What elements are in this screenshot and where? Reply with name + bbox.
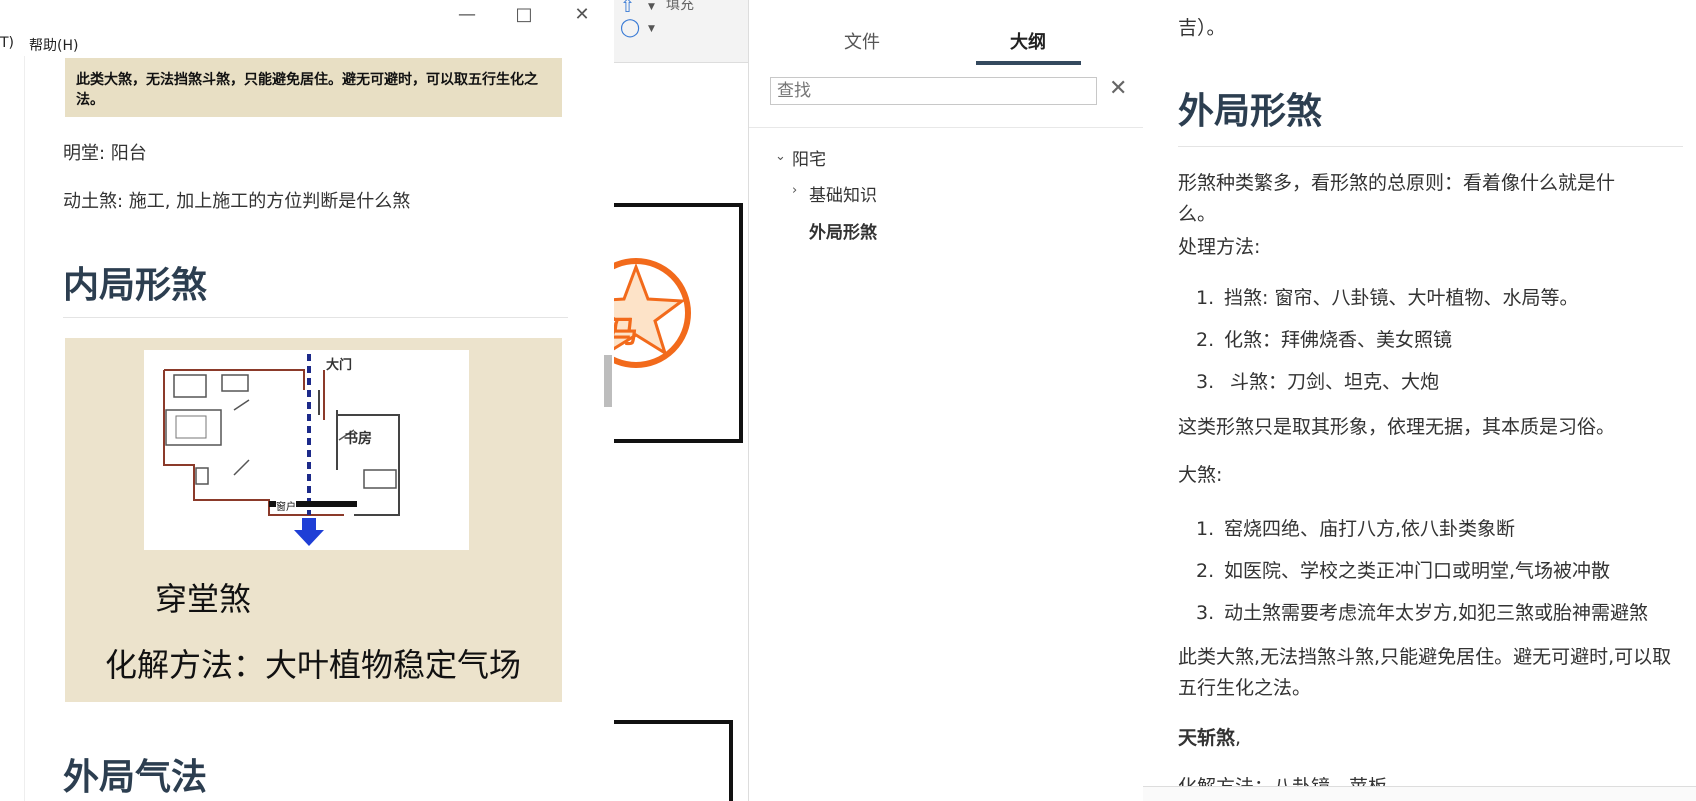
paragraph-principle: 形煞种类繁多，看形煞的总原则：看着像什么就是什么。 — [1178, 172, 1616, 225]
gutter-line — [24, 56, 25, 801]
fill-button[interactable]: 填充 — [666, 0, 694, 14]
image-chuantangsha: 大门 书房 窗户 穿堂煞 化解方法：大叶植物稳定气场 — [65, 338, 562, 702]
tab-outline[interactable]: 大纲 — [1010, 28, 1046, 54]
heading-neiju: 内局形煞 — [63, 265, 208, 306]
list-number: 2. — [1196, 329, 1215, 351]
paragraph-mingtang: 明堂: 阳台 — [63, 143, 147, 164]
paragraph-method: 处理方法: — [1178, 236, 1261, 258]
outline-item-waiju-xingsha[interactable]: 外局形煞 — [809, 218, 877, 243]
heading-rule-right — [1178, 146, 1683, 147]
list-number: 1. — [1196, 287, 1215, 309]
menu-item-help[interactable]: 帮助(H) — [29, 35, 78, 55]
arrow-up-icon[interactable]: ⇧ — [620, 0, 635, 17]
close-icon[interactable]: ✕ — [571, 4, 593, 26]
heading-waiju-qifa: 外局气法 — [63, 757, 208, 798]
clear-search-icon[interactable]: ✕ — [1109, 76, 1127, 101]
heading-waiju-xingsha: 外局形煞 — [1178, 91, 1323, 132]
tianzhan-bold: 天斩煞 — [1178, 727, 1236, 749]
left-editor-window: — □ ✕ T) 帮助(H) 此类大煞，无法挡煞斗煞，只能避免居住。避无可避时，… — [0, 0, 615, 801]
outline-item-jichu[interactable]: 基础知识 — [809, 181, 877, 206]
active-tab-indicator — [976, 61, 1081, 65]
list-item: 1. 挡煞: 窗帘、八卦镜、大叶植物、水局等。 — [1196, 283, 1578, 310]
list-item: 3. 动土煞需要考虑流年太岁方,如犯三煞或胎神需避煞 — [1196, 598, 1648, 625]
left-scrollbar-thumb[interactable] — [604, 355, 612, 407]
document-pane: 吉）。 外局形煞 形煞种类繁多，看形煞的总原则：看着像什么就是什么。 处理方法:… — [1143, 0, 1696, 801]
list-text: 化煞：拜佛烧香、美女照镜 — [1224, 329, 1453, 351]
list-number: 2. — [1196, 560, 1215, 582]
paragraph-tianzhan: 天斩煞, — [1178, 723, 1241, 754]
paragraph-dasha: 大煞: — [1178, 464, 1223, 486]
dropdown-arrow-icon[interactable]: ▼ — [648, 2, 655, 12]
minimize-icon[interactable]: — — [456, 4, 478, 26]
floorplan-drawing — [163, 354, 400, 546]
image-caption-title: 穿堂煞 — [155, 580, 252, 618]
outline-search-input[interactable] — [770, 77, 1097, 105]
sidebar-panel: 文件 大纲 ✕ ⌄ 阳宅 › 基础知识 外局形煞 — [748, 0, 1144, 801]
list-text: 动土煞需要考虑流年太岁方,如犯三煞或胎神需避煞 — [1224, 602, 1649, 624]
list-number: 3. — [1196, 371, 1215, 393]
list-item: 2. 化煞：拜佛烧香、美女照镜 — [1196, 325, 1452, 352]
paragraph-custom: 这类形煞只是取其形象，依理无据，其本质是习俗。 — [1178, 416, 1616, 438]
chevron-down-icon[interactable]: ⌄ — [775, 149, 786, 164]
outline-item-yangzhai[interactable]: 阳宅 — [792, 145, 826, 170]
chevron-right-icon[interactable]: › — [792, 183, 797, 198]
list-item: 2. 如医院、学校之类正冲门口或明堂,气场被冲散 — [1196, 556, 1610, 583]
diagram-frame-top: 马 — [614, 203, 743, 443]
floorplan-image: 大门 书房 窗户 — [144, 350, 469, 550]
menu-item-truncated[interactable]: T) — [0, 35, 14, 51]
label-window: 窗户 — [276, 498, 296, 513]
label-study: 书房 — [344, 431, 372, 447]
label-door: 大门 — [326, 358, 353, 373]
paragraph-fragment: 吉）。 — [1178, 17, 1226, 39]
quote-block: 此类大煞，无法挡煞斗煞，只能避免居住。避无可避时，可以取五行生化之法。 — [65, 58, 562, 117]
stamp-char: 马 — [614, 315, 638, 350]
list-number: 3. — [1196, 602, 1215, 624]
status-bar — [1143, 786, 1696, 801]
paragraph-avoid: 此类大煞,无法挡煞斗煞,只能避免居住。避无可避时,可以取五行生化之法。 — [1178, 646, 1672, 699]
background-toolbar: ⇧ ▼ ◯ ▼ 填充 — [614, 0, 748, 63]
image-caption-solution: 化解方法：大叶植物稳定气场 — [105, 646, 522, 684]
list-number: 1. — [1196, 518, 1215, 540]
background-window: ⇧ ▼ ◯ ▼ 填充 马 — [614, 0, 748, 801]
list-text: 挡煞: 窗帘、八卦镜、大叶植物、水局等。 — [1224, 287, 1579, 309]
tianzhan-suffix: , — [1235, 727, 1242, 749]
heading-rule — [63, 317, 568, 318]
sidebar-divider — [749, 127, 1143, 128]
diagram-frame-bottom — [614, 720, 733, 801]
list-text: 如医院、学校之类正冲门口或明堂,气场被冲散 — [1224, 560, 1611, 582]
tab-files[interactable]: 文件 — [844, 28, 880, 54]
cloud-shape-icon[interactable]: ◯ — [620, 17, 640, 38]
list-text: 斗煞：刀剑、坦克、大炮 — [1224, 371, 1440, 393]
maximize-icon[interactable]: □ — [513, 4, 535, 26]
list-text: 窑烧四绝、庙打八方,依八卦类象断 — [1224, 518, 1516, 540]
paragraph-dongtu: 动土煞: 施工, 加上施工的方位判断是什么煞 — [63, 191, 411, 212]
list-item: 1. 窑烧四绝、庙打八方,依八卦类象断 — [1196, 514, 1515, 541]
list-item: 3. 斗煞：刀剑、坦克、大炮 — [1196, 367, 1439, 394]
dropdown-arrow-icon-2[interactable]: ▼ — [648, 24, 655, 34]
